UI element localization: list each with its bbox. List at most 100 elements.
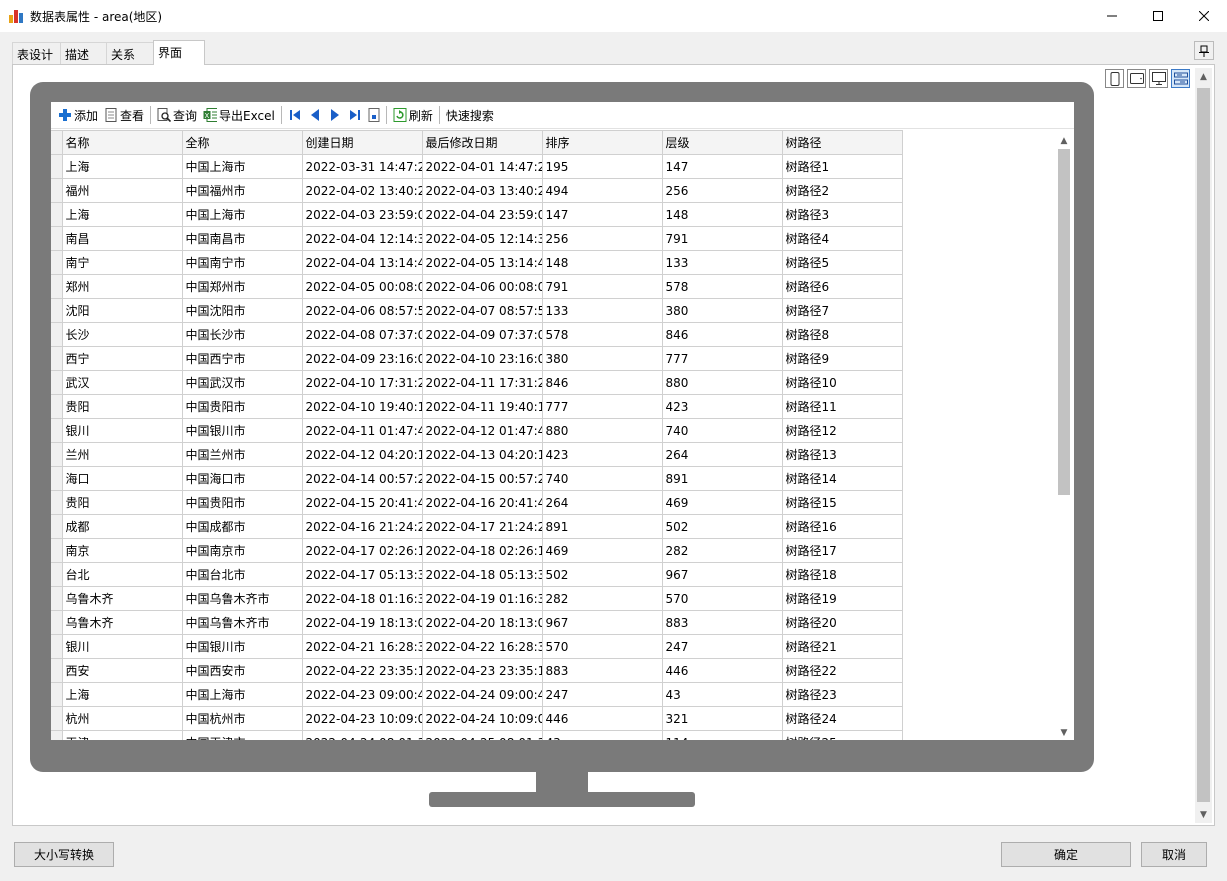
cell-tree-path[interactable]: 树路径22 xyxy=(782,658,903,683)
cell-fullname[interactable]: 中国银川市 xyxy=(182,634,303,659)
cell-created[interactable]: 2022-03-31 14:47:28 xyxy=(302,154,423,179)
grid-scroll-up-icon[interactable]: ▲ xyxy=(1057,134,1071,148)
cell-level[interactable]: 147 xyxy=(662,154,783,179)
tab-relations[interactable]: 关系 xyxy=(106,42,154,64)
cell-order[interactable]: 791 xyxy=(542,274,663,299)
cell-level[interactable]: 380 xyxy=(662,298,783,323)
table-row[interactable]: 福州 中国福州市 2022-04-02 13:40:26 2022-04-03 13:… xyxy=(51,178,903,203)
row-indicator[interactable] xyxy=(51,298,63,323)
cell-created[interactable]: 2022-04-24 08:01:3 xyxy=(302,730,423,740)
view-button[interactable]: 查看 xyxy=(101,104,147,126)
add-button[interactable]: 添加 xyxy=(55,104,101,126)
table-row[interactable]: 上海 中国上海市 2022-04-03 23:59:05 2022-04-04 23:… xyxy=(51,202,903,227)
row-indicator[interactable] xyxy=(51,490,63,515)
cell-name[interactable]: 西安 xyxy=(62,658,183,683)
cell-modified[interactable]: 2022-04-04 23:59:05 xyxy=(422,202,543,227)
row-indicator[interactable] xyxy=(51,322,63,347)
cell-tree-path[interactable]: 树路径1 xyxy=(782,154,903,179)
cell-level[interactable]: 282 xyxy=(662,538,783,563)
table-row[interactable]: 南宁 中国南宁市 2022-04-04 13:14:46 2022-04-05 13:… xyxy=(51,250,903,275)
refresh-button[interactable]: 刷新 xyxy=(390,104,436,126)
cell-level[interactable]: 423 xyxy=(662,394,783,419)
cell-order[interactable]: 147 xyxy=(542,202,663,227)
cell-fullname[interactable]: 中国上海市 xyxy=(182,202,303,227)
cell-name[interactable]: 乌鲁木齐 xyxy=(62,586,183,611)
cell-order[interactable]: 264 xyxy=(542,490,663,515)
cell-tree-path[interactable]: 树路径4 xyxy=(782,226,903,251)
cell-created[interactable]: 2022-04-04 12:14:39 xyxy=(302,226,423,251)
cell-name[interactable]: 上海 xyxy=(62,154,183,179)
cell-created[interactable]: 2022-04-19 18:13:07 xyxy=(302,610,423,635)
cell-created[interactable]: 2022-04-18 01:16:30 xyxy=(302,586,423,611)
cell-order[interactable]: 469 xyxy=(542,538,663,563)
close-button[interactable] xyxy=(1181,0,1227,32)
row-indicator[interactable] xyxy=(51,514,63,539)
cell-order[interactable]: 570 xyxy=(542,634,663,659)
cell-modified[interactable]: 2022-04-05 13:14:46 xyxy=(422,250,543,275)
cell-fullname[interactable]: 中国贵阳市 xyxy=(182,490,303,515)
row-indicator[interactable] xyxy=(51,154,63,179)
cell-fullname[interactable]: 中国海口市 xyxy=(182,466,303,491)
cell-modified[interactable]: 2022-04-10 23:16:01 xyxy=(422,346,543,371)
cell-level[interactable]: 891 xyxy=(662,466,783,491)
table-row[interactable]: 兰州 中国兰州市 2022-04-12 04:20:13 2022-04-13 04:… xyxy=(51,442,903,467)
cell-created[interactable]: 2022-04-21 16:28:32 xyxy=(302,634,423,659)
column-header-fullname[interactable]: 全称 xyxy=(182,130,303,155)
cell-level[interactable]: 578 xyxy=(662,274,783,299)
cell-tree-path[interactable]: 树路径6 xyxy=(782,274,903,299)
cancel-button[interactable]: 取消 xyxy=(1141,842,1207,867)
row-indicator[interactable] xyxy=(51,706,63,731)
cell-created[interactable]: 2022-04-03 23:59:05 xyxy=(302,202,423,227)
cell-level[interactable]: 148 xyxy=(662,202,783,227)
cell-modified[interactable]: 2022-04-20 18:13:07 xyxy=(422,610,543,635)
cell-tree-path[interactable]: 树路径20 xyxy=(782,610,903,635)
cell-fullname[interactable]: 中国福州市 xyxy=(182,178,303,203)
row-indicator[interactable] xyxy=(51,442,63,467)
cell-name[interactable]: 西宁 xyxy=(62,346,183,371)
cell-name[interactable]: 贵阳 xyxy=(62,490,183,515)
cell-modified[interactable]: 2022-04-03 13:40:26 xyxy=(422,178,543,203)
cell-order[interactable]: 133 xyxy=(542,298,663,323)
tab-table-design[interactable]: 表设计 xyxy=(12,42,61,64)
cell-name[interactable]: 杭州 xyxy=(62,706,183,731)
row-indicator[interactable] xyxy=(51,250,63,275)
column-header-created[interactable]: 创建日期 xyxy=(302,130,423,155)
cell-tree-path[interactable]: 树路径11 xyxy=(782,394,903,419)
row-indicator[interactable] xyxy=(51,226,63,251)
cell-name[interactable]: 成都 xyxy=(62,514,183,539)
cell-modified[interactable]: 2022-04-17 21:24:29 xyxy=(422,514,543,539)
cell-modified[interactable]: 2022-04-25 08:01:3 xyxy=(422,730,543,740)
minimize-button[interactable] xyxy=(1089,0,1135,32)
cell-level[interactable]: 256 xyxy=(662,178,783,203)
cell-order[interactable]: 777 xyxy=(542,394,663,419)
cell-name[interactable]: 郑州 xyxy=(62,274,183,299)
cell-tree-path[interactable]: 树路径7 xyxy=(782,298,903,323)
row-indicator[interactable] xyxy=(51,634,63,659)
cell-fullname[interactable]: 中国台北市 xyxy=(182,562,303,587)
next-button[interactable] xyxy=(325,104,345,126)
row-indicator[interactable] xyxy=(51,346,63,371)
row-indicator[interactable] xyxy=(51,466,63,491)
cell-level[interactable]: 791 xyxy=(662,226,783,251)
cell-level[interactable]: 114 xyxy=(662,730,783,740)
device-desktop-button[interactable] xyxy=(1149,69,1168,88)
row-indicator[interactable] xyxy=(51,370,63,395)
cell-modified[interactable]: 2022-04-07 08:57:55 xyxy=(422,298,543,323)
cell-fullname[interactable]: 中国上海市 xyxy=(182,154,303,179)
cell-order[interactable]: 891 xyxy=(542,514,663,539)
cell-fullname[interactable]: 中国杭州市 xyxy=(182,706,303,731)
cell-modified[interactable]: 2022-04-05 12:14:39 xyxy=(422,226,543,251)
cell-modified[interactable]: 2022-04-18 05:13:35 xyxy=(422,562,543,587)
cell-fullname[interactable]: 中国成都市 xyxy=(182,514,303,539)
table-row[interactable]: 上海 中国上海市 2022-03-31 14:47:28 2022-04-01 14:… xyxy=(51,154,903,179)
cell-level[interactable]: 740 xyxy=(662,418,783,443)
cell-name[interactable]: 沈阳 xyxy=(62,298,183,323)
cell-modified[interactable]: 2022-04-09 07:37:05 xyxy=(422,322,543,347)
maximize-button[interactable] xyxy=(1135,0,1181,32)
cell-level[interactable]: 247 xyxy=(662,634,783,659)
row-indicator[interactable] xyxy=(51,586,63,611)
cell-order[interactable]: 282 xyxy=(542,586,663,611)
cell-order[interactable]: 446 xyxy=(542,706,663,731)
row-indicator[interactable] xyxy=(51,274,63,299)
cell-name[interactable]: 上海 xyxy=(62,682,183,707)
